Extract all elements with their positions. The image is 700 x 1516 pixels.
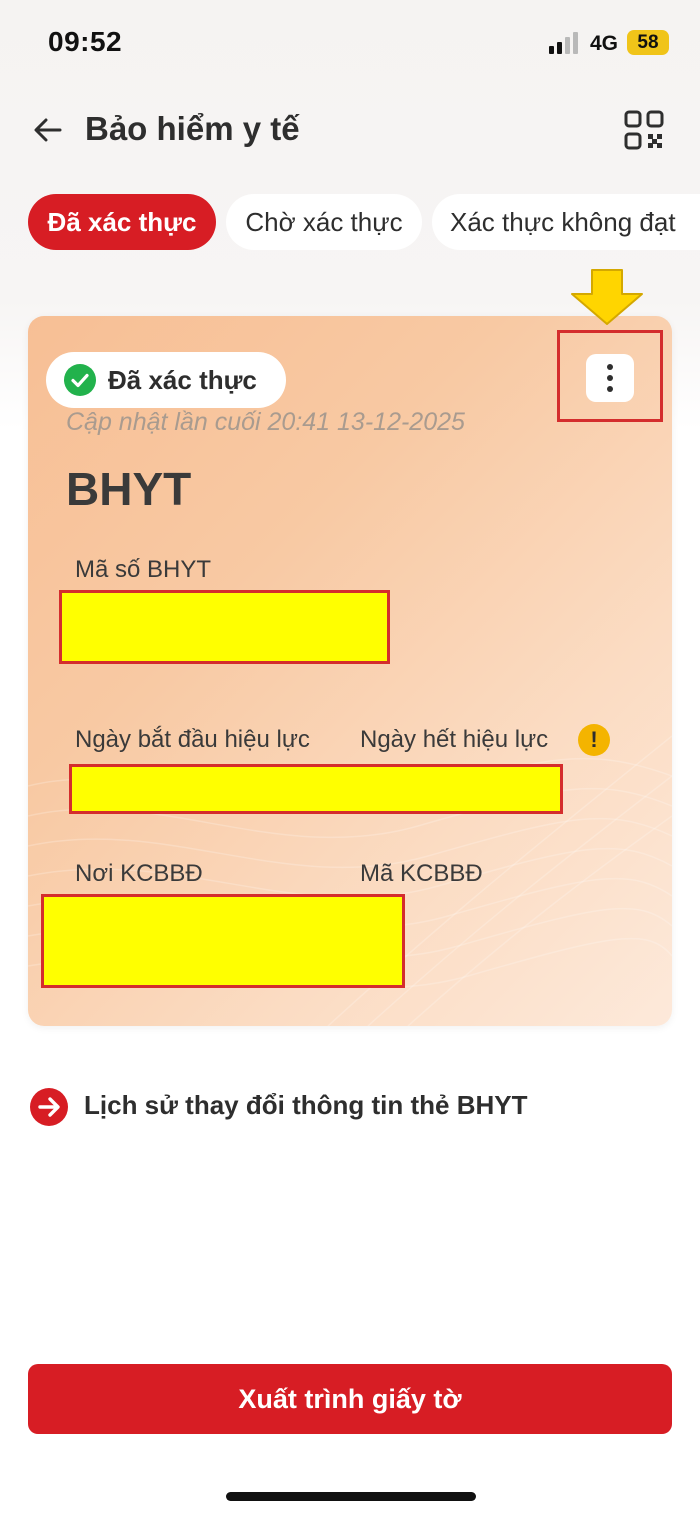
highlight-box — [557, 330, 663, 422]
qr-button[interactable] — [622, 108, 666, 152]
status-tabs: Đã xác thực Chờ xác thực Xác thực không … — [0, 194, 700, 254]
back-button[interactable] — [28, 110, 68, 150]
verified-status-badge: Đã xác thực — [46, 352, 286, 408]
history-link[interactable]: Lịch sử thay đổi thông tin thẻ BHYT — [30, 1084, 590, 1128]
battery-icon: 58 — [627, 30, 669, 55]
arrow-right-circle-icon — [30, 1088, 68, 1126]
check-circle-icon — [64, 364, 96, 396]
verified-label: Đã xác thực — [108, 365, 257, 395]
home-indicator[interactable] — [226, 1492, 476, 1501]
redacted-validity-dates — [69, 764, 563, 814]
last-updated-text: Cập nhật lần cuối 20:41 13-12-2025 — [66, 408, 465, 436]
network-type: 4G — [590, 32, 619, 55]
present-documents-button[interactable]: Xuất trình giấy tờ — [28, 1364, 672, 1434]
end-date-label: Ngày hết hiệu lực — [360, 726, 549, 753]
page-title: Bảo hiểm y tế — [85, 110, 300, 147]
warning-icon[interactable]: ! — [578, 724, 610, 756]
tab-failed[interactable]: Xác thực không đạt — [432, 194, 700, 250]
arrow-left-icon — [34, 118, 62, 142]
facility-code-label: Mã KCBBĐ — [360, 860, 483, 887]
status-bar: 09:52 4G 58 — [0, 0, 700, 86]
card-title: BHYT — [66, 463, 192, 515]
status-time: 09:52 — [48, 26, 123, 57]
redacted-facility-info — [41, 894, 405, 988]
card-number-label: Mã số BHYT — [75, 556, 212, 583]
tab-verified[interactable]: Đã xác thực — [28, 194, 216, 250]
facility-label: Nơi KCBBĐ — [75, 860, 203, 887]
annotation-arrow-icon — [571, 269, 643, 325]
history-link-label: Lịch sử thay đổi thông tin thẻ BHYT — [84, 1090, 528, 1120]
start-date-label: Ngày bắt đầu hiệu lực — [75, 726, 310, 753]
tab-pending[interactable]: Chờ xác thực — [226, 194, 422, 250]
qr-code-icon — [624, 110, 664, 150]
app-header: Bảo hiểm y tế — [0, 96, 700, 166]
redacted-card-number — [59, 590, 390, 664]
signal-icon — [549, 32, 579, 54]
